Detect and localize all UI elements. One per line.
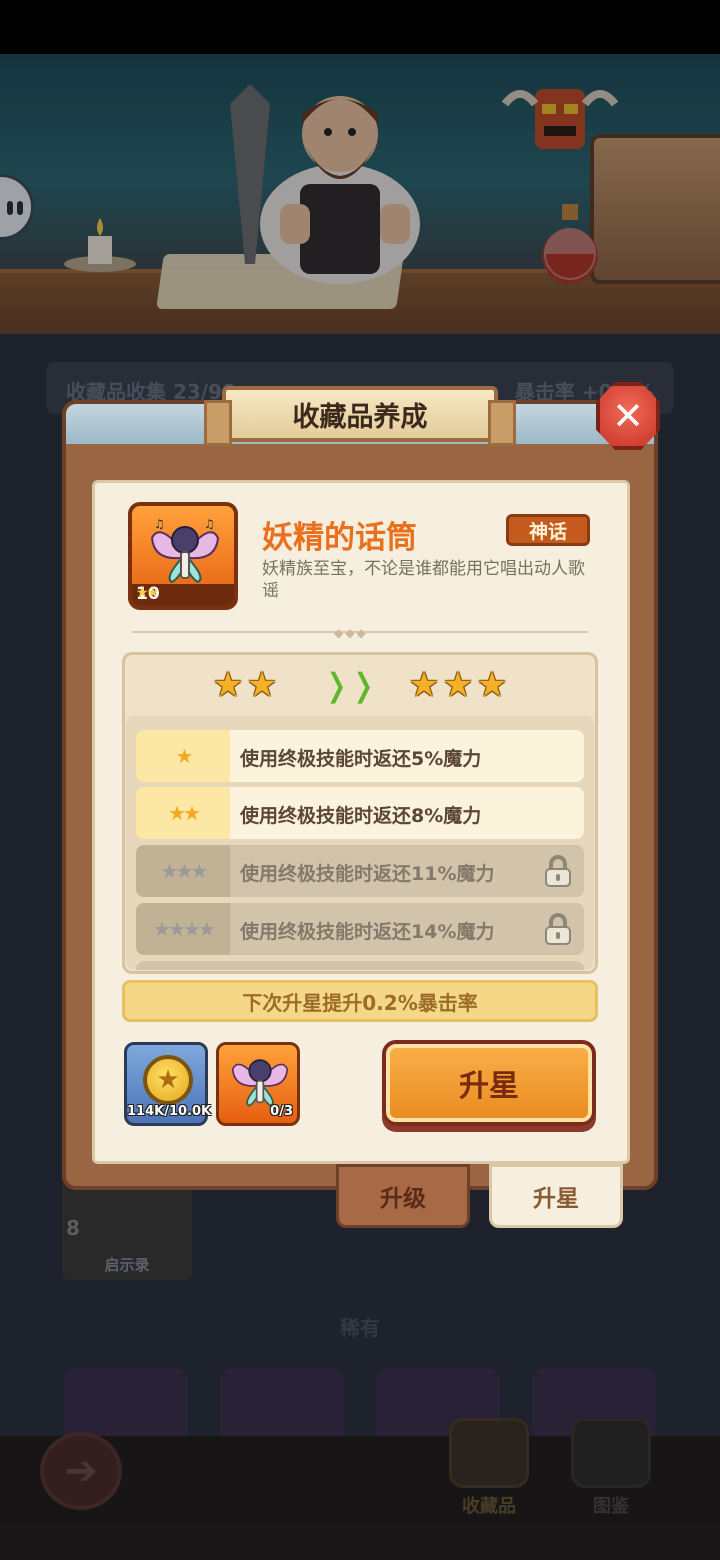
star-rating-icon: ★★★ — [136, 845, 230, 897]
item-level-bar: 10 ★★ — [132, 584, 234, 606]
item-name: 妖精的话筒 — [262, 520, 417, 556]
fairy-microphone-icon: ♫ ♫ — [150, 517, 220, 584]
next-star-icon: ★ — [476, 665, 508, 705]
gold-coin-icon: ★ — [143, 1055, 193, 1105]
tab-level-up[interactable]: 升级 — [336, 1164, 470, 1228]
star-rating-icon: ★★ — [136, 787, 230, 839]
cost-amount: 0/3 — [270, 1104, 293, 1119]
star-rating-icon: ★★★★ — [136, 903, 230, 955]
star-effects-list[interactable]: ★ 使用终极技能时返还5%魔力 ★★ 使用终极技能时返还8%魔力 ★★★ 使用终… — [126, 716, 594, 970]
effect-text: 使用终极技能时返还5%魔力 — [240, 748, 482, 770]
next-star-icon: ★ — [442, 665, 474, 705]
lock-icon — [545, 855, 571, 887]
svg-text:♫: ♫ — [204, 517, 215, 531]
svg-text:♫: ♫ — [154, 517, 165, 531]
effect-row: ★ 使用终极技能时返还5%魔力 — [136, 730, 584, 782]
lock-icon — [545, 913, 571, 945]
effect-text: 使用终极技能时返还11%魔力 — [240, 863, 495, 885]
item-star-rating: ★★ — [136, 585, 159, 601]
modal-title: 收藏品养成 — [204, 386, 516, 446]
effect-text: 使用终极技能时返还14%魔力 — [240, 921, 495, 943]
star-rating-icon: ★ — [136, 730, 230, 782]
current-star-icon: ★ — [246, 665, 278, 705]
cost-item-copies[interactable]: 0/3 — [216, 1042, 300, 1126]
cost-gold[interactable]: ★ 114K/10.0K — [124, 1042, 212, 1126]
double-arrow-icon: ❭❭ — [323, 666, 377, 704]
rarity-badge: 神话 — [506, 514, 590, 546]
effect-row: ★★★★ 使用终极技能时返还14%魔力 — [136, 903, 584, 955]
divider-ornament: ◆◆◆ — [334, 626, 368, 640]
item-description: 妖精族至宝，不论是谁都能用它唱出动人歌谣 — [262, 559, 585, 601]
current-star-icon: ★ — [212, 665, 244, 705]
effect-row: ★★★ 使用终极技能时返还11%魔力 — [136, 845, 584, 897]
close-icon: ✕ — [612, 394, 644, 438]
upgrade-star-button[interactable]: 升星 — [382, 1040, 596, 1126]
fairy-microphone-icon — [231, 1059, 289, 1107]
status-bar — [0, 0, 720, 54]
effect-text: 使用终极技能时返还8%魔力 — [240, 805, 482, 827]
tab-star-up[interactable]: 升星 — [489, 1164, 623, 1228]
next-star-icon: ★ — [408, 665, 440, 705]
star-comparison: ★ ★ ❭❭ ★ ★ ★ — [122, 656, 598, 714]
effect-row — [136, 961, 584, 970]
item-portrait: ♫ ♫ 10 ★★ — [128, 502, 238, 610]
cost-amount: 114K/10.0K — [127, 1104, 212, 1119]
next-star-bonus: 下次升星提升0.2%暴击率 — [122, 980, 598, 1022]
effect-row: ★★ 使用终极技能时返还8%魔力 — [136, 787, 584, 839]
